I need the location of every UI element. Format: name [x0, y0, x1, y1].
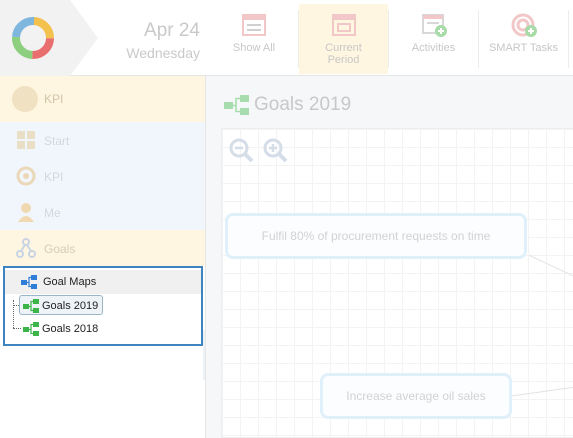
calendar-current-icon — [331, 14, 356, 36]
tree-item-goal-maps[interactable]: Goal Maps — [5, 270, 201, 294]
nav-activities-label: Activities — [411, 42, 456, 54]
nav-show-all-label: Show All — [232, 42, 276, 54]
tree-item-goals-2018[interactable]: Goals 2018 — [5, 317, 201, 341]
date-weekday: Wednesday — [126, 45, 200, 61]
goal-card-label: Fulfil 80% of procurement requests on ti… — [261, 229, 491, 243]
person-icon — [18, 203, 34, 222]
nav-smart-tasks-button[interactable]: SMART Tasks — [479, 4, 568, 74]
goal-map-green-icon — [224, 95, 249, 115]
sidebar-item-label: Me — [44, 206, 61, 220]
goal-maps-tree: Goal Maps Goals 2019 Goals 2018 — [3, 266, 203, 346]
goal-connector-line — [529, 254, 573, 277]
sidebar-menu: Start KPI Me Goals — [0, 122, 205, 266]
tree-item-label: Goal Maps — [43, 276, 97, 288]
goal-map-canvas[interactable]: Fulfil 80% of procurement requests on ti… — [221, 128, 573, 438]
goal-map-green-icon — [23, 299, 39, 313]
sidebar-item-label: Goals — [44, 242, 76, 256]
top-bar: Apr 24 Wednesday Show All Current Period — [0, 0, 573, 76]
sidebar-kpi-header-label: KPI — [44, 92, 64, 106]
goal-map-green-icon — [23, 322, 39, 336]
kpi-badge-icon — [12, 86, 38, 112]
date-display: Apr 24 Wednesday — [110, 20, 200, 62]
page-title: Goals 2019 — [254, 94, 352, 115]
tree-item-label: Goals 2019 — [42, 300, 99, 312]
nav-current-period-button[interactable]: Current Period — [299, 4, 388, 74]
gauge-icon — [16, 166, 36, 186]
date-day: Apr 24 — [144, 20, 200, 41]
nav-current-period-label: Current Period — [325, 42, 362, 66]
goal-connector-line — [512, 386, 573, 397]
sidebar-kpi-header[interactable]: KPI — [0, 76, 205, 122]
sidebar-item-start[interactable]: Start — [0, 122, 205, 158]
nav-smart-tasks-label: SMART Tasks — [488, 42, 559, 54]
sidebar-item-goals[interactable]: Goals — [0, 230, 205, 266]
goal-card-label: Increase average oil sales — [346, 389, 486, 403]
nav-separator — [568, 10, 569, 68]
app-logo-icon — [12, 17, 54, 59]
zoom-out-icon[interactable] — [228, 137, 254, 163]
sidebar-item-kpi[interactable]: KPI — [0, 158, 205, 194]
sidebar: KPI Start KPI Me Goals Goal Maps Goals 2… — [0, 76, 205, 438]
calendar-list-icon — [242, 14, 266, 36]
goals-network-icon — [16, 238, 36, 258]
sidebar-item-label: Start — [44, 134, 70, 148]
zoom-in-icon[interactable] — [262, 137, 288, 163]
goal-map-blue-icon — [21, 275, 37, 289]
sidebar-item-me[interactable]: Me — [0, 194, 205, 230]
nav-show-all-button[interactable]: Show All — [210, 4, 298, 74]
goal-card[interactable]: Increase average oil sales — [320, 373, 512, 419]
grid-icon — [17, 131, 35, 149]
tree-item-goals-2019[interactable]: Goals 2019 — [5, 294, 201, 318]
target-add-icon — [511, 13, 537, 37]
goal-card[interactable]: Fulfil 80% of procurement requests on ti… — [225, 213, 527, 259]
sidebar-item-label: KPI — [44, 170, 64, 184]
activities-add-icon — [421, 14, 447, 37]
nav-activities-button[interactable]: Activities — [389, 4, 478, 74]
tree-item-label: Goals 2018 — [42, 323, 99, 335]
app-logo-area[interactable] — [0, 0, 70, 76]
main-panel: Goals 2019 Fulfil 80% of procurement req… — [205, 76, 573, 438]
logo-chevron — [70, 0, 98, 76]
